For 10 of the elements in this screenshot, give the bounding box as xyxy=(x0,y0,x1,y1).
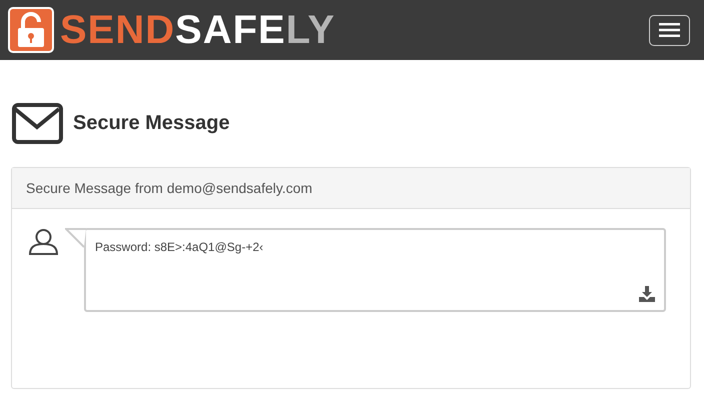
menu-button[interactable] xyxy=(649,14,690,46)
download-icon[interactable] xyxy=(639,286,655,302)
page-title: Secure Message xyxy=(73,112,230,135)
lock-icon xyxy=(8,7,54,53)
envelope-icon xyxy=(12,103,63,144)
menu-icon xyxy=(659,23,680,37)
message-text: Password: s8E>:4aQ1@Sg-+2‹ xyxy=(95,240,264,254)
logo-wordmark: SENDSAFELY xyxy=(60,10,336,50)
panel-heading: Secure Message from demo@sendsafely.com xyxy=(26,180,312,196)
user-icon xyxy=(28,228,59,255)
